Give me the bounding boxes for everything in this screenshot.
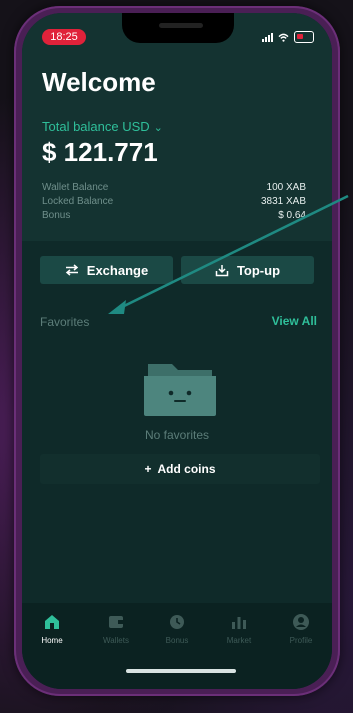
- exchange-label: Exchange: [86, 262, 149, 278]
- balance-label: Wallet Balance: [42, 182, 109, 193]
- action-buttons: Exchange Top-up: [40, 256, 314, 284]
- home-icon: [45, 615, 59, 629]
- tab-profile[interactable]: Profile: [277, 613, 325, 645]
- balance-label: Bonus: [42, 210, 71, 221]
- tab-home[interactable]: Home: [28, 613, 76, 645]
- exchange-button[interactable]: Exchange: [40, 256, 173, 284]
- view-all-link[interactable]: View All: [272, 314, 317, 328]
- balance-row: Wallet Balance 100 XAB: [42, 182, 306, 196]
- market-icon: [232, 617, 246, 629]
- wallet-icon: [109, 616, 123, 628]
- bottom-tab-bar: Home Wallets Bonus Market Profile: [22, 603, 332, 689]
- tab-label: Bonus: [165, 636, 189, 645]
- download-tray-icon: [215, 264, 229, 276]
- battery-icon: [294, 31, 314, 43]
- favorites-title: Favorites: [40, 315, 90, 329]
- tab-label: Profile: [289, 636, 313, 645]
- balance-value: $ 0.64: [278, 210, 306, 221]
- add-coins-label: Add coins: [157, 462, 216, 476]
- tab-label: Wallets: [103, 636, 129, 645]
- home-indicator: [126, 669, 236, 673]
- profile-icon: [293, 614, 309, 630]
- balance-label: Locked Balance: [42, 196, 114, 207]
- add-coins-button[interactable]: + Add coins: [40, 454, 320, 484]
- total-balance-label: Total balance USD: [42, 119, 150, 134]
- plus-icon: +: [144, 462, 152, 476]
- page-title: Welcome: [42, 67, 156, 97]
- signal-icon: [262, 32, 273, 42]
- status-icons: [262, 31, 314, 43]
- tab-bonus[interactable]: Bonus: [153, 613, 201, 645]
- empty-state-text: No favorites: [144, 428, 210, 442]
- status-bar: 18:25: [22, 13, 332, 53]
- empty-folder-icon: [144, 364, 216, 416]
- total-balance-selector[interactable]: Total balance USD ⌄: [42, 119, 163, 134]
- balance-value: 100 XAB: [266, 182, 306, 193]
- total-balance-amount: $ 121.771: [42, 137, 158, 167]
- balance-row: Bonus $ 0.64: [42, 210, 306, 224]
- chevron-down-icon: ⌄: [153, 122, 163, 134]
- bonus-icon: [170, 615, 184, 629]
- status-time: 18:25: [42, 29, 86, 45]
- topup-label: Top-up: [236, 262, 281, 278]
- exchange-icon: [65, 264, 78, 276]
- topup-button[interactable]: Top-up: [181, 256, 314, 284]
- tab-label: Market: [226, 636, 252, 645]
- balance-row: Locked Balance 3831 XAB: [42, 196, 306, 210]
- tab-market[interactable]: Market: [215, 613, 263, 645]
- app-screen: 18:25 Welcome Total balance USD ⌄ $ 121.7…: [22, 13, 332, 689]
- notch: [122, 13, 234, 43]
- speaker: [159, 23, 203, 28]
- balance-value: 3831 XAB: [260, 196, 306, 207]
- tab-wallets[interactable]: Wallets: [92, 613, 140, 645]
- tab-label: Home: [41, 636, 63, 645]
- wifi-icon: [278, 33, 289, 42]
